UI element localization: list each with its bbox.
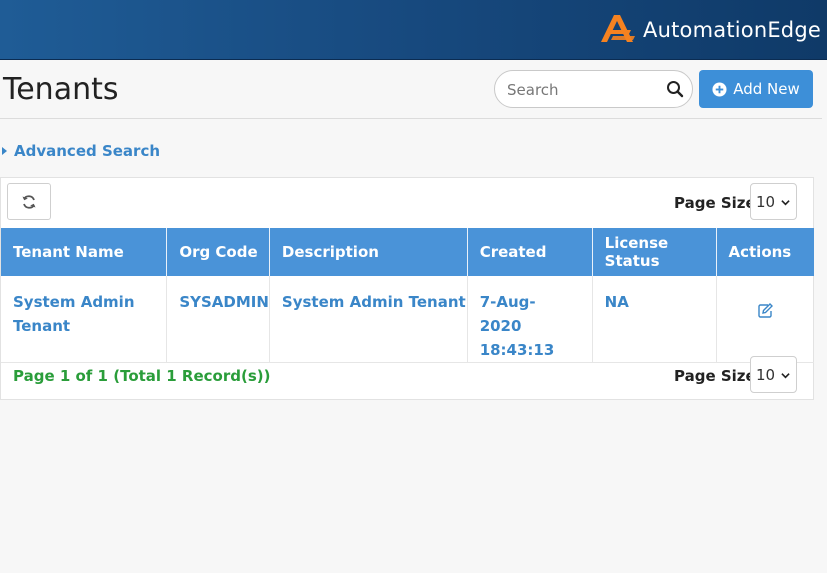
page-size-value-top: 10: [756, 192, 776, 211]
table-row: System Admin Tenant SYSADMIN System Admi…: [1, 276, 814, 363]
add-new-button[interactable]: Add New: [699, 70, 813, 108]
page-header: Tenants Add New: [0, 60, 822, 119]
tenant-name-cell[interactable]: System Admin Tenant: [1, 276, 168, 363]
column-header-description[interactable]: Description: [269, 228, 468, 276]
brand-name: AutomationEdge: [643, 18, 821, 42]
advanced-search-label: Advanced Search: [14, 142, 161, 160]
tenants-grid-panel: Page Size 10 Tenant Name Org Code Descri…: [0, 177, 814, 400]
created-cell[interactable]: 7-Aug-2020 18:43:13: [467, 276, 593, 363]
refresh-icon: [22, 194, 36, 209]
search-box[interactable]: [494, 70, 693, 108]
page-title: Tenants: [3, 72, 119, 107]
table-header-row: Tenant Name Org Code Description Created…: [1, 228, 814, 276]
search-icon[interactable]: [666, 80, 684, 98]
tenants-table: Tenant Name Org Code Description Created…: [1, 228, 814, 363]
page-size-label-bottom: Page Size: [674, 367, 756, 385]
plus-circle-icon: [712, 81, 727, 97]
edit-icon[interactable]: [757, 303, 774, 319]
chevron-down-icon: [781, 373, 790, 379]
advanced-search-toggle[interactable]: Advanced Search: [2, 142, 160, 160]
top-navbar: AutomationEdge: [0, 0, 827, 60]
description-cell[interactable]: System Admin Tenant: [269, 276, 468, 363]
column-header-org-code[interactable]: Org Code: [166, 228, 270, 276]
license-status-cell[interactable]: NA: [592, 276, 717, 363]
brand-logo[interactable]: AutomationEdge: [597, 8, 821, 48]
column-header-created[interactable]: Created: [467, 228, 593, 276]
refresh-button[interactable]: [7, 183, 51, 220]
org-code-cell[interactable]: SYSADMIN: [166, 276, 270, 363]
automationedge-logo-icon: [601, 15, 636, 42]
search-input[interactable]: [507, 79, 657, 101]
chevron-down-icon: [781, 200, 790, 206]
page-size-value-bottom: 10: [756, 365, 776, 384]
page-size-select-top[interactable]: 10: [750, 183, 797, 220]
column-header-license-status[interactable]: License Status: [592, 228, 717, 276]
column-header-tenant-name[interactable]: Tenant Name: [1, 228, 168, 276]
column-header-actions: Actions: [716, 228, 814, 276]
page-size-label-top: Page Size: [674, 194, 756, 212]
actions-cell: [716, 276, 814, 363]
add-new-label: Add New: [733, 80, 800, 98]
page-size-select-bottom[interactable]: 10: [750, 356, 797, 393]
caret-right-icon: [2, 147, 7, 155]
pagination-summary: Page 1 of 1 (Total 1 Record(s)): [13, 367, 271, 385]
